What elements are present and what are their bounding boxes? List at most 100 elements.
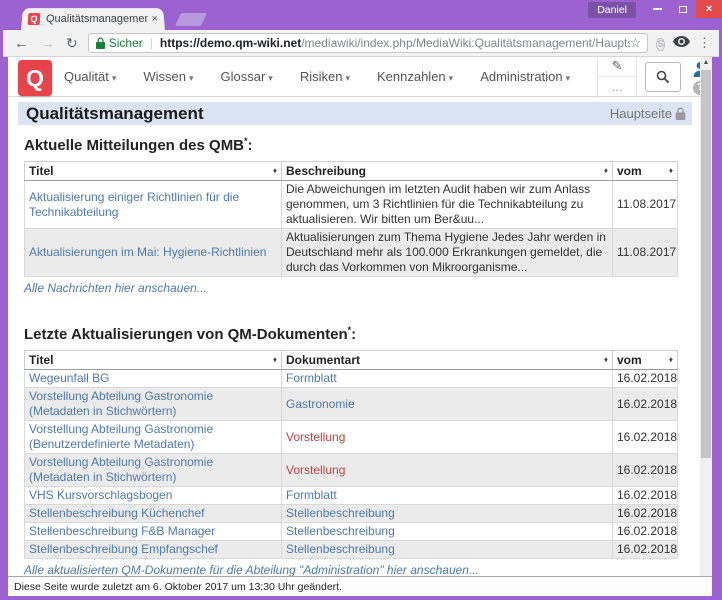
scrollbar-thumb[interactable]: [701, 70, 711, 458]
user-icon[interactable]: [691, 60, 700, 78]
document-link[interactable]: Wegeunfall BG: [29, 371, 110, 385]
tab-title: Qualitätsmanagement –: [46, 13, 148, 25]
sort-icon: ♦: [273, 166, 277, 175]
page-subtitle: Hauptseite: [610, 106, 686, 121]
menu-qualitaet[interactable]: Qualität▾: [64, 69, 116, 84]
sort-icon: ♦: [669, 166, 673, 175]
menu-wissen[interactable]: Wissen▾: [143, 69, 193, 84]
table-row: VHS Kursvorschlagsbogen Formblatt 16.02.…: [25, 487, 678, 505]
browser-tab[interactable]: Q Qualitätsmanagement – ×: [21, 8, 165, 30]
user-tools: ?: [689, 57, 700, 97]
document-link[interactable]: Stellenbeschreibung Empfangschef: [29, 542, 218, 556]
menu-glossar[interactable]: Glossar▾: [221, 69, 273, 84]
all-news-link[interactable]: Alle Nachrichten hier anschauen...: [24, 281, 700, 295]
lock-icon: [675, 107, 686, 120]
doctype-link[interactable]: Formblatt: [286, 371, 337, 385]
news-col-beschreibung[interactable]: Beschreibung♦: [282, 162, 613, 181]
window-titlebar: Q Qualitätsmanagement – × Daniel ×: [0, 0, 722, 30]
table-row: Vorstellung Abteilung Gastronomie (Benut…: [25, 421, 678, 454]
document-link[interactable]: Vorstellung Abteilung Gastronomie (Metad…: [29, 455, 213, 484]
eye-extension-icon[interactable]: [673, 34, 690, 52]
updates-heading: Letzte Aktualisierungen von QM-Dokumente…: [24, 325, 700, 343]
close-button[interactable]: ×: [696, 0, 722, 18]
updates-col-titel[interactable]: Titel♦: [25, 351, 282, 370]
page-titlebar: Qualitätsmanagement Hauptseite: [18, 102, 692, 125]
news-description: Die Abweichungen im letzten Audit haben …: [282, 181, 613, 229]
updates-col-vom[interactable]: vom♦: [613, 351, 678, 370]
tab-close-icon[interactable]: ×: [151, 13, 158, 25]
menu-risiken[interactable]: Risiken▾: [300, 69, 350, 84]
window-controls: ×: [644, 0, 722, 18]
update-date: 16.02.2018: [613, 487, 678, 505]
more-actions-button[interactable]: …: [598, 76, 636, 97]
minimize-button[interactable]: [644, 0, 670, 18]
url-path: /mediawiki/index.php/MediaWiki:Qualitäts…: [301, 36, 629, 50]
secure-lock-icon: [96, 37, 105, 49]
table-row: Stellenbeschreibung Küchenchef Stellenbe…: [25, 505, 678, 523]
news-description: Aktualisierungen zum Thema Hygiene Jedes…: [282, 229, 613, 277]
document-link[interactable]: Vorstellung Abteilung Gastronomie (Metad…: [29, 389, 213, 418]
skype-extension-icon[interactable]: S: [656, 34, 665, 52]
chrome-menu-icon[interactable]: ⋮: [698, 35, 711, 51]
url-host: https://demo.qm-wiki.net: [160, 36, 301, 50]
doctype-link-missing[interactable]: Vorstellung: [286, 463, 345, 477]
last-modified-text: Diese Seite wurde zuletzt am 6. Oktober …: [14, 581, 342, 593]
doctype-link[interactable]: Formblatt: [286, 488, 337, 502]
all-documents-link[interactable]: Alle aktualisierten QM-Dokumente für die…: [24, 563, 700, 577]
news-table: Titel♦ Beschreibung♦ vom♦ Aktualisierung…: [24, 161, 678, 277]
update-date: 16.02.2018: [613, 541, 678, 559]
search-button[interactable]: [645, 62, 681, 92]
news-link[interactable]: Aktualisierung einiger Richtlinien für d…: [29, 190, 239, 219]
table-row: Vorstellung Abteilung Gastronomie (Metad…: [25, 454, 678, 487]
secure-label[interactable]: Sicher: [109, 36, 143, 50]
document-link[interactable]: Stellenbeschreibung Küchenchef: [29, 506, 204, 520]
doctype-link[interactable]: Gastronomie: [286, 397, 355, 411]
edit-button[interactable]: ✎: [598, 57, 636, 76]
page-content: Q Qualität▾ Wissen▾ Glossar▾ Risiken▾ Ke…: [8, 57, 700, 596]
update-date: 16.02.2018: [613, 454, 678, 487]
profile-badge[interactable]: Daniel: [588, 2, 636, 18]
scroll-up-icon[interactable]: ▲: [700, 57, 712, 69]
browser-toolbar: ← → ↻ Sicher | https://demo.qm-wiki.net …: [3, 30, 719, 57]
chevron-down-icon: ▾: [189, 73, 194, 83]
news-link[interactable]: Aktualisierungen im Mai: Hygiene-Richtli…: [29, 245, 266, 259]
qm-wiki-logo[interactable]: Q: [18, 60, 52, 96]
news-col-titel[interactable]: Titel♦: [25, 162, 282, 181]
edit-tools: ✎ …: [597, 57, 637, 97]
sort-icon: ♦: [604, 166, 608, 175]
vertical-scrollbar[interactable]: ▲ ▼: [700, 57, 712, 596]
sort-icon: ♦: [604, 355, 608, 364]
document-link[interactable]: VHS Kursvorschlagsbogen: [29, 488, 172, 502]
chevron-down-icon: ▾: [449, 73, 454, 83]
updates-col-dokumentart[interactable]: Dokumentart♦: [282, 351, 613, 370]
back-button[interactable]: ←: [14, 35, 29, 52]
menu-kennzahlen[interactable]: Kennzahlen▾: [377, 69, 453, 84]
doctype-link-missing[interactable]: Vorstellung: [286, 430, 345, 444]
news-col-vom[interactable]: vom♦: [613, 162, 678, 181]
update-date: 16.02.2018: [613, 388, 678, 421]
page-footer: Diese Seite wurde zuletzt am 6. Oktober …: [8, 576, 712, 596]
news-heading: Aktuelle Mitteilungen des QMB*:: [24, 136, 700, 154]
maximize-button[interactable]: [670, 0, 696, 18]
update-date: 16.02.2018: [613, 370, 678, 388]
menu-administration[interactable]: Administration▾: [480, 69, 570, 84]
document-link[interactable]: Vorstellung Abteilung Gastronomie (Benut…: [29, 422, 213, 451]
search-icon: [656, 70, 670, 84]
document-link[interactable]: Stellenbeschreibung F&B Manager: [29, 524, 215, 538]
doctype-link[interactable]: Stellenbeschreibung: [286, 524, 395, 538]
help-icon[interactable]: ?: [693, 81, 700, 95]
address-divider: |: [150, 36, 153, 50]
address-bar[interactable]: Sicher | https://demo.qm-wiki.net /media…: [88, 33, 649, 53]
chevron-down-icon: ▾: [268, 73, 273, 83]
bookmark-star-icon[interactable]: ☆: [630, 35, 642, 51]
doctype-link[interactable]: Stellenbeschreibung: [286, 506, 395, 520]
table-row: Wegeunfall BG Formblatt 16.02.2018: [25, 370, 678, 388]
updates-table: Titel♦ Dokumentart♦ vom♦ Wegeunfall BG F…: [24, 350, 678, 559]
doctype-link[interactable]: Stellenbeschreibung: [286, 542, 395, 556]
chevron-down-icon: ▾: [566, 73, 571, 83]
wiki-navbar: Q Qualität▾ Wissen▾ Glossar▾ Risiken▾ Ke…: [8, 57, 700, 97]
reload-button[interactable]: ↻: [66, 35, 78, 52]
table-header-row: Titel♦ Dokumentart♦ vom♦: [25, 351, 678, 370]
new-tab-button[interactable]: [175, 13, 207, 26]
forward-button[interactable]: →: [40, 35, 55, 52]
